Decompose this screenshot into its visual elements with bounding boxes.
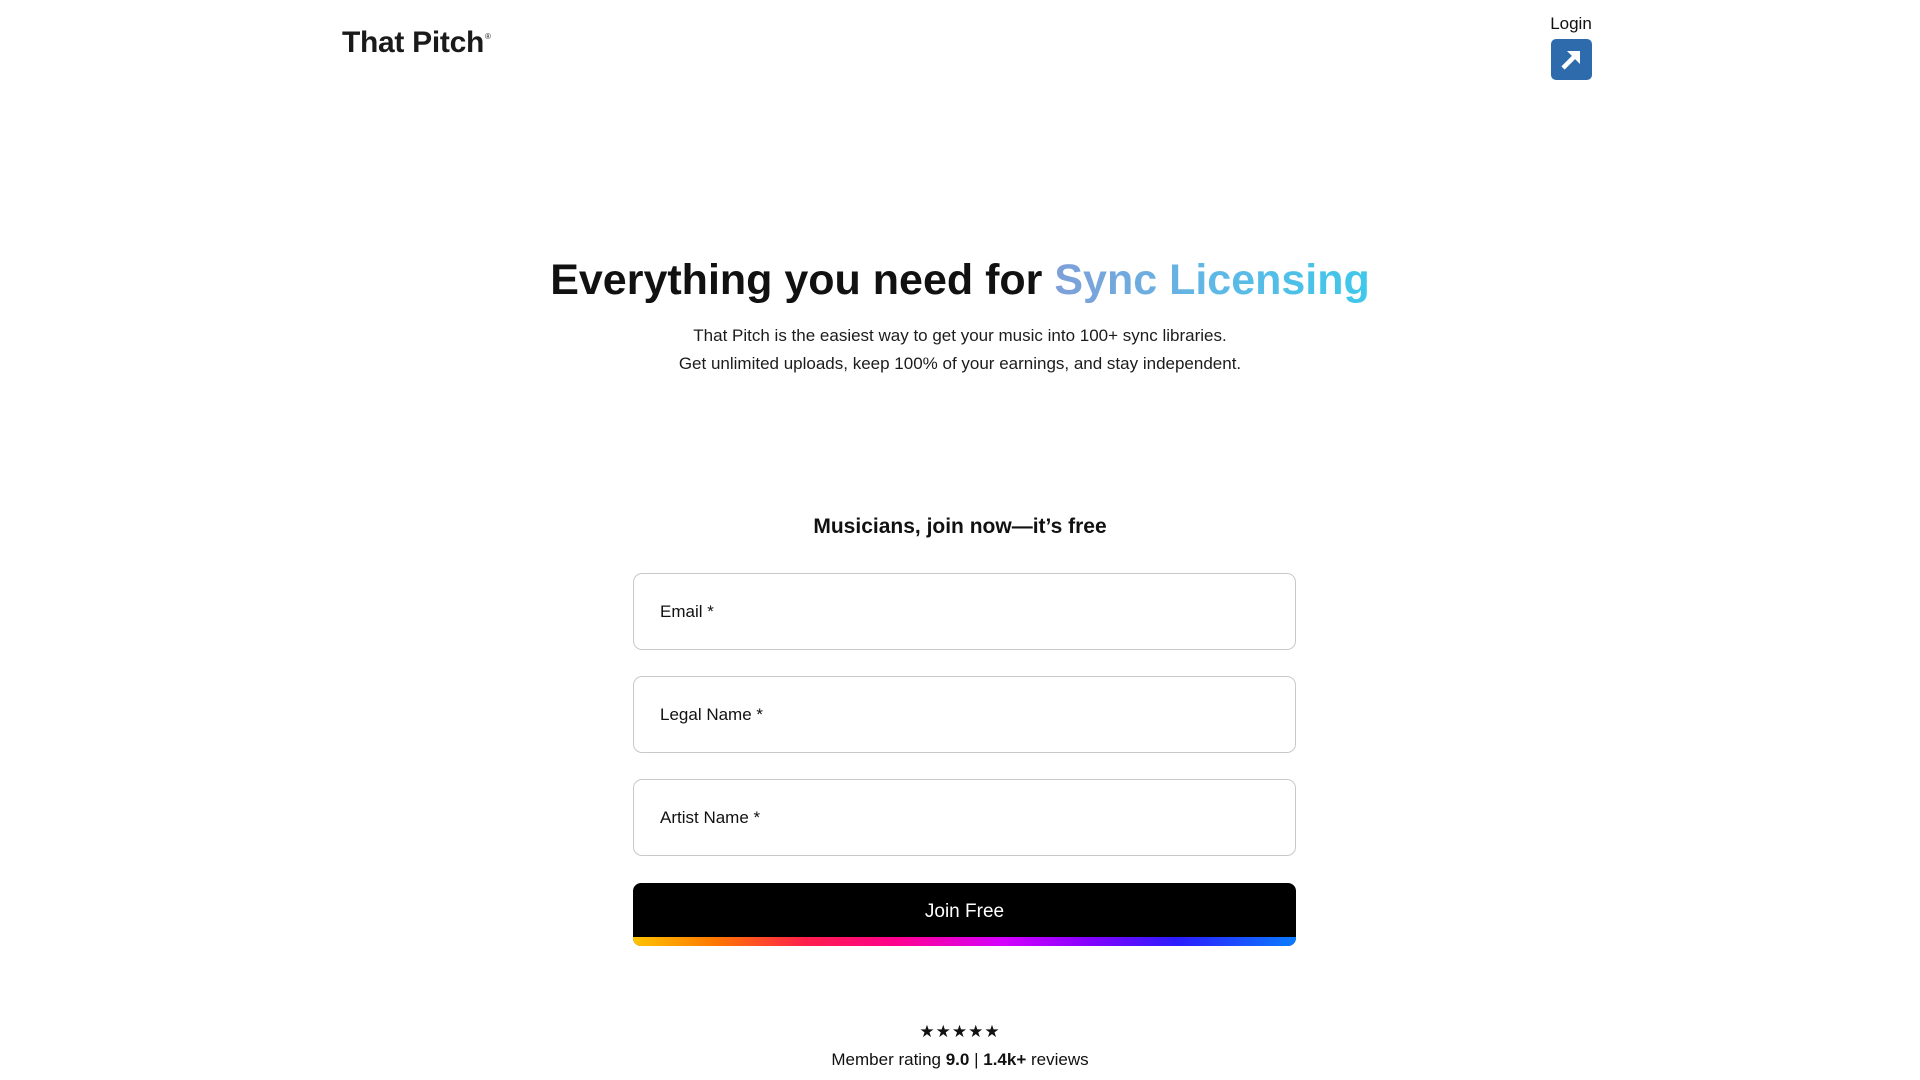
hero-subtitle-line-2: Get unlimited uploads, keep 100% of your… bbox=[678, 354, 1242, 373]
email-input[interactable] bbox=[634, 574, 1295, 649]
artist-name-input[interactable] bbox=[634, 780, 1295, 855]
legal-name-field[interactable]: Legal Name * bbox=[633, 676, 1296, 753]
signup-heading: Musicians, join now—it’s free bbox=[813, 515, 1107, 538]
logo-text: That Pitch bbox=[342, 26, 485, 59]
hero-title: Everything you need for Sync Licensing bbox=[0, 256, 1920, 305]
legal-name-input[interactable] bbox=[634, 677, 1295, 752]
login-label: Login bbox=[1550, 14, 1592, 33]
rating-score: 9.0 bbox=[945, 1050, 970, 1069]
page: That Pitch® Login Everything you need fo… bbox=[0, 0, 1920, 1080]
hero-title-prefix: Everything you need for bbox=[550, 256, 1055, 304]
join-free-button[interactable]: Join Free bbox=[633, 883, 1296, 946]
join-free-label: Join Free bbox=[924, 901, 1005, 922]
hero-title-accent: Sync Licensing bbox=[1054, 256, 1370, 304]
rating-suffix: reviews bbox=[1026, 1050, 1089, 1069]
email-field[interactable]: Email * bbox=[633, 573, 1296, 650]
arrow-up-right-icon-glyph bbox=[1561, 50, 1580, 70]
registered-mark: ® bbox=[485, 32, 491, 41]
logo[interactable]: That Pitch® bbox=[342, 26, 491, 60]
rainbow-gradient-bar bbox=[633, 937, 1296, 946]
rating-prefix: Member rating bbox=[831, 1050, 946, 1069]
member-rating: Member rating 9.0 | 1.4k+ reviews bbox=[0, 1050, 1920, 1070]
login-link[interactable]: Login bbox=[1530, 14, 1612, 80]
hero-subtitle-line-1: That Pitch is the easiest way to get you… bbox=[693, 326, 1227, 345]
review-count: 1.4k+ bbox=[983, 1050, 1027, 1069]
arrow-up-right-icon[interactable] bbox=[1550, 39, 1592, 80]
rating-separator: | bbox=[969, 1050, 984, 1069]
artist-name-field[interactable]: Artist Name * bbox=[633, 779, 1296, 856]
star-rating-icon: ★★★★★ bbox=[919, 1022, 1001, 1041]
